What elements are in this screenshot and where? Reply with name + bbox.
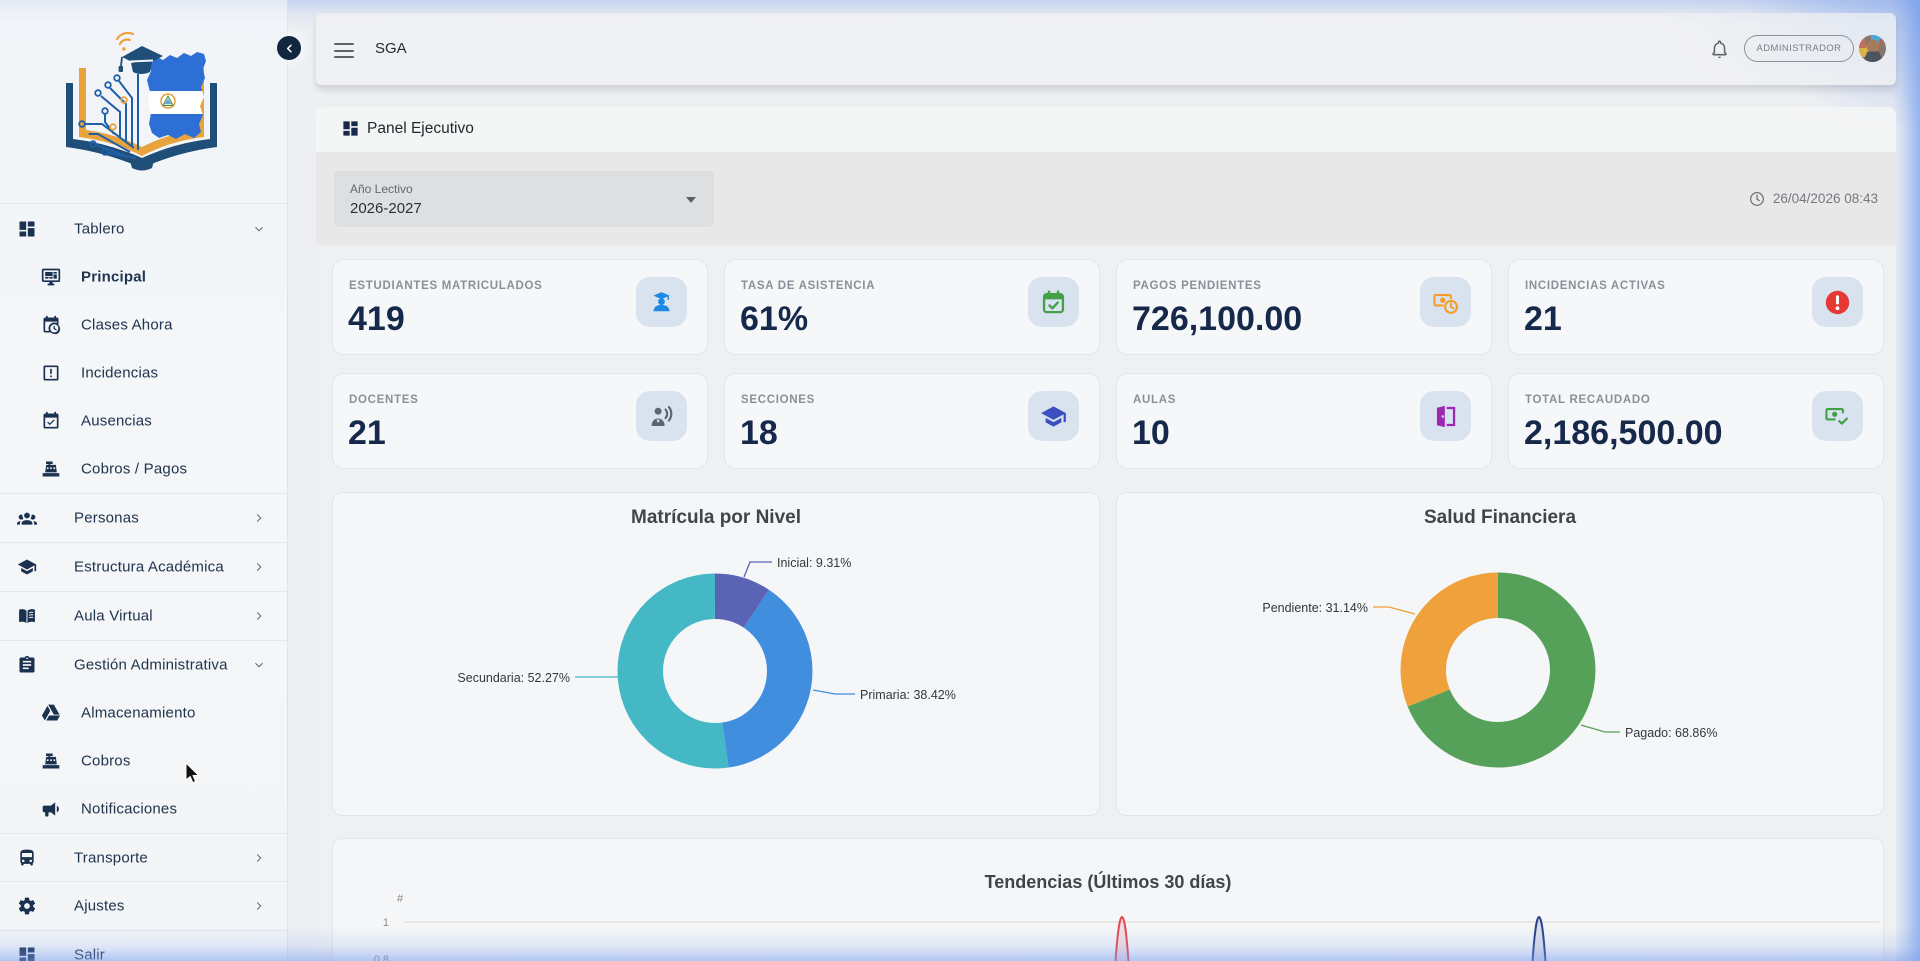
svg-text:Inicial: 9.31%: Inicial: 9.31% bbox=[777, 556, 851, 570]
svg-text:#: # bbox=[397, 893, 404, 905]
svg-text:0.8: 0.8 bbox=[374, 954, 389, 961]
svg-text:Primaria: 38.42%: Primaria: 38.42% bbox=[860, 688, 956, 702]
svg-text:Secundaria: 52.27%: Secundaria: 52.27% bbox=[457, 671, 570, 685]
svg-text:1: 1 bbox=[383, 917, 389, 929]
svg-text:Pagado: 68.86%: Pagado: 68.86% bbox=[1625, 726, 1717, 740]
svg-text:Pendiente: 31.14%: Pendiente: 31.14% bbox=[1262, 601, 1368, 615]
